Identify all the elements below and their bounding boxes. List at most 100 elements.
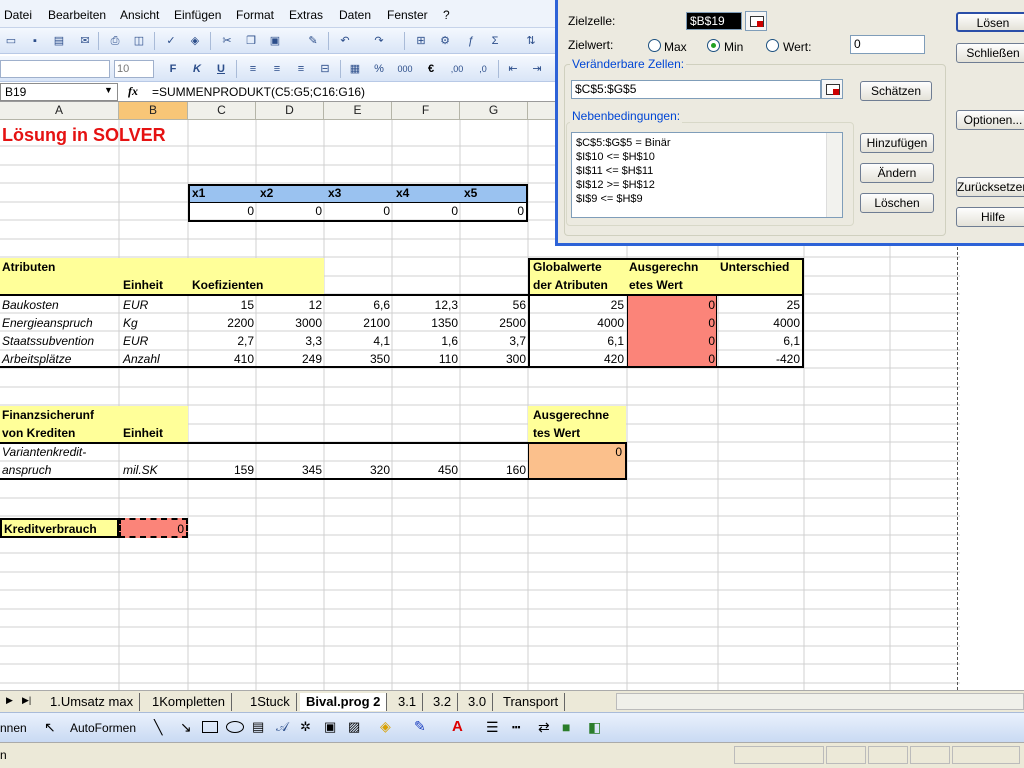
hilfe-button[interactable]: Hilfe: [956, 207, 1024, 227]
attr-row-coef[interactable]: 56: [460, 296, 528, 314]
name-box-dropdown-icon[interactable]: ▼: [104, 85, 113, 95]
column-header-e[interactable]: E: [324, 102, 392, 120]
loesen-button[interactable]: Lösen: [956, 12, 1024, 32]
wert-radio[interactable]: [766, 39, 779, 52]
merge-center-icon[interactable]: ⊟: [316, 60, 334, 78]
attr-row-coef[interactable]: 3000: [256, 314, 324, 332]
attr-row-unit[interactable]: EUR: [121, 332, 150, 350]
column-header-a[interactable]: A: [0, 102, 119, 120]
oval-icon[interactable]: [226, 721, 244, 733]
tab-3-2[interactable]: 3.2: [427, 693, 459, 711]
name-box[interactable]: B19: [0, 83, 118, 101]
fin-row-value[interactable]: 159: [188, 461, 256, 479]
tab-3-1[interactable]: 3.1: [392, 693, 424, 711]
constraint-item[interactable]: $I$11 <= $H$11: [576, 164, 838, 178]
save-icon[interactable]: ▪: [26, 32, 44, 50]
global-header-1[interactable]: Globalwerte: [531, 258, 604, 276]
constraints-scrollbar[interactable]: [826, 133, 842, 217]
attr-row-unit[interactable]: Anzahl: [121, 350, 162, 368]
rectangle-icon[interactable]: [202, 721, 218, 733]
menu-format[interactable]: Format: [236, 8, 274, 22]
arrow-style-icon[interactable]: ⇄: [538, 719, 550, 736]
line-style-icon[interactable]: ☰: [486, 719, 499, 736]
constraint-item[interactable]: $I$9 <= $H$9: [576, 192, 838, 206]
solver-dialog[interactable]: Zielzelle: $B$19 Zielwert: Max Min Wert:…: [555, 0, 1024, 246]
attr-row-name[interactable]: Arbeitsplätze: [0, 350, 73, 368]
attr-row-coef[interactable]: 410: [188, 350, 256, 368]
constraint-item[interactable]: $I$12 >= $H$12: [576, 178, 838, 192]
euro-icon[interactable]: €: [422, 60, 440, 78]
percent-icon[interactable]: %: [370, 60, 388, 78]
fin-row-value[interactable]: 450: [392, 461, 460, 479]
print-preview-icon[interactable]: ◫: [130, 32, 148, 50]
redo-icon[interactable]: ↷: [370, 32, 388, 50]
attr-row-coef[interactable]: 300: [460, 350, 528, 368]
attr-row-global[interactable]: 4000: [528, 314, 626, 332]
attr-row-coef[interactable]: 2100: [324, 314, 392, 332]
attr-row-coef[interactable]: 249: [256, 350, 324, 368]
var-x4-header[interactable]: x4: [394, 184, 411, 202]
menu-daten[interactable]: Daten: [339, 8, 371, 22]
fin-row-name-2[interactable]: anspruch: [0, 461, 53, 479]
format-painter-icon[interactable]: ✎: [304, 32, 322, 50]
attr-row-global[interactable]: 6,1: [528, 332, 626, 350]
ausg-header-1[interactable]: Ausgerechn: [627, 258, 700, 276]
function-icon[interactable]: ƒ: [462, 32, 480, 50]
line-color-icon[interactable]: ✎: [414, 718, 426, 735]
email-icon[interactable]: ✉: [76, 32, 94, 50]
fin-ausg-value[interactable]: 0: [528, 443, 624, 461]
column-header-g[interactable]: G: [460, 102, 528, 120]
line-icon[interactable]: ╲: [154, 719, 162, 736]
column-header-b[interactable]: B: [119, 102, 188, 120]
attr-row-global[interactable]: 25: [528, 296, 626, 314]
menu-datei[interactable]: Datei: [4, 8, 32, 22]
increase-decimal-icon[interactable]: ,00: [448, 60, 466, 78]
attr-row-coef[interactable]: 2500: [460, 314, 528, 332]
sigma-icon[interactable]: Σ: [486, 32, 504, 50]
fin-row-value[interactable]: 320: [324, 461, 392, 479]
indent-icon[interactable]: ⇥: [528, 60, 546, 78]
schliessen-button[interactable]: Schließen: [956, 43, 1024, 63]
shadow-icon[interactable]: ■: [562, 719, 570, 735]
aendern-button[interactable]: Ändern: [860, 163, 934, 183]
unter-header[interactable]: Unterschied: [718, 258, 791, 276]
attr-row-ausg[interactable]: 0: [627, 314, 717, 332]
wert-input[interactable]: 0: [850, 35, 925, 54]
attr-row-coef[interactable]: 6,6: [324, 296, 392, 314]
attr-row-coef[interactable]: 4,1: [324, 332, 392, 350]
var-x1-value[interactable]: 0: [188, 202, 256, 220]
zeichnen-menu[interactable]: nnen: [0, 721, 27, 735]
veraenderbar-collapse-icon[interactable]: [821, 79, 843, 99]
zielzelle-input[interactable]: $B$19: [686, 12, 742, 30]
copy-icon[interactable]: ❐: [242, 32, 260, 50]
menu-einfuegen[interactable]: Einfügen: [174, 8, 221, 22]
constraint-item[interactable]: $C$5:$G$5 = Binär: [576, 136, 838, 150]
loeschen-button[interactable]: Löschen: [860, 193, 934, 213]
attr-row-coef[interactable]: 2,7: [188, 332, 256, 350]
tab-1stuck[interactable]: 1Stuck: [244, 693, 297, 711]
menu-fenster[interactable]: Fenster: [387, 8, 428, 22]
menu-ansicht[interactable]: Ansicht: [120, 8, 159, 22]
schaetzen-button[interactable]: Schätzen: [860, 81, 932, 101]
global-header-2[interactable]: der Atributen: [531, 276, 610, 294]
3d-icon[interactable]: ◧: [588, 719, 601, 736]
autoformen-menu[interactable]: AutoFormen: [70, 721, 136, 735]
currency-icon[interactable]: ▦: [346, 60, 364, 78]
insert-function-icon[interactable]: fx: [128, 84, 138, 99]
attr-row-coef[interactable]: 12: [256, 296, 324, 314]
thousands-icon[interactable]: 000: [396, 60, 414, 78]
print-icon[interactable]: ⎙: [106, 32, 124, 50]
attr-row-unter[interactable]: 6,1: [718, 332, 802, 350]
autosum-icon[interactable]: ⚙: [436, 32, 454, 50]
attr-row-name[interactable]: Staatssubvention: [0, 332, 96, 350]
kredit-value-selected[interactable]: 0: [119, 518, 188, 538]
column-header-d[interactable]: D: [256, 102, 324, 120]
menu-bearbeiten[interactable]: Bearbeiten: [48, 8, 106, 22]
fill-color-icon[interactable]: ◈: [380, 718, 391, 735]
optionen-button[interactable]: Optionen...: [956, 110, 1024, 130]
italic-icon[interactable]: K: [188, 60, 206, 78]
attr-row-ausg[interactable]: 0: [627, 296, 717, 314]
font-size-combo[interactable]: 10: [114, 60, 154, 78]
bold-icon[interactable]: F: [164, 60, 182, 78]
arrow-icon[interactable]: ↘: [180, 719, 192, 736]
